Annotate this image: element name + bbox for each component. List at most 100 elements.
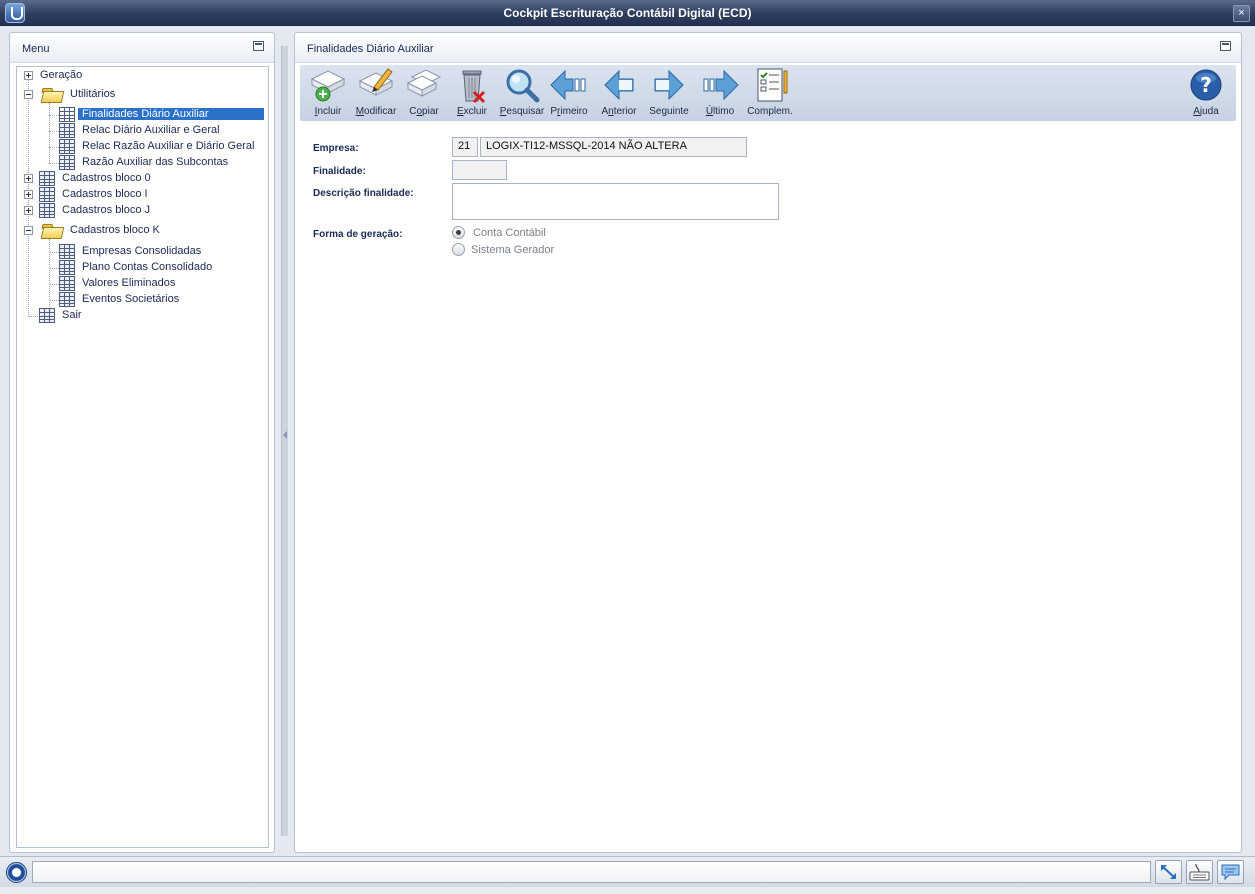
resize-arrows-icon (1161, 865, 1176, 879)
expand-icon[interactable] (24, 190, 33, 199)
grid-icon (59, 123, 75, 138)
grid-icon (59, 107, 75, 122)
grid-icon (59, 244, 75, 259)
tree-item-cadastros-bloco-0[interactable]: Cadastros bloco 0 (21, 171, 261, 187)
previous-record-icon (604, 69, 634, 101)
next-record-icon (654, 69, 684, 101)
tree-item-label: Utilitários (70, 88, 116, 100)
bottom-strip (0, 887, 1255, 894)
menu-panel: Menu Geração Utilitários Finalidades Diá… (9, 32, 275, 853)
folder-open-icon (41, 223, 63, 238)
tree-item-label: Cadastros bloco J (62, 204, 151, 216)
menu-panel-header: Menu (10, 33, 274, 63)
chat-bubble-icon (1221, 864, 1240, 881)
grid-icon (59, 292, 75, 307)
tree-item-empresas-consolidadas[interactable]: Empresas Consolidadas (21, 244, 261, 260)
tree-item-cadastros-bloco-k[interactable]: Cadastros bloco K (21, 223, 261, 239)
window-title: Cockpit Escrituração Contábil Digital (E… (503, 6, 752, 20)
messages-button[interactable] (1217, 860, 1244, 884)
tree-item-label: Plano Contas Consolidado (82, 261, 213, 273)
tree-item-geracao[interactable]: Geração (21, 68, 261, 84)
grid-icon (39, 187, 55, 202)
resize-button[interactable] (1155, 860, 1182, 884)
content-panel: Finalidades Diário Auxiliar Incluir Modi… (294, 32, 1242, 853)
folder-open-icon (41, 87, 63, 102)
menu-tree: Geração Utilitários Finalidades Diário A… (16, 66, 269, 848)
tree-item-label: Valores Eliminados (82, 277, 176, 289)
tree-item-relac-razao-auxiliar-diario-geral[interactable]: Relac Razão Auxiliar e Diário Geral (21, 139, 261, 155)
empresa-code-field[interactable]: 21 (452, 137, 478, 157)
grid-icon (59, 139, 75, 154)
tree-item-valores-eliminados[interactable]: Valores Eliminados (21, 276, 261, 292)
status-message-field (32, 861, 1151, 883)
tree-item-plano-contas-consolidado[interactable]: Plano Contas Consolidado (21, 260, 261, 276)
tree-item-cadastros-bloco-j[interactable]: Cadastros bloco J (21, 203, 261, 219)
descricao-finalidade-label: Descrição finalidade: (313, 188, 414, 199)
minimize-icon[interactable] (1220, 41, 1231, 51)
tree-item-label: Cadastros bloco K (70, 224, 160, 236)
content-panel-title: Finalidades Diário Auxiliar (307, 43, 434, 55)
checklist-icon (757, 68, 788, 102)
tree-item-label: Relac Razão Auxiliar e Diário Geral (82, 140, 255, 152)
panel-splitter[interactable] (281, 46, 289, 836)
tree-item-label: Cadastros bloco I (62, 188, 148, 200)
minimize-icon[interactable] (253, 41, 264, 51)
tree-item-finalidades-diario-auxiliar[interactable]: Finalidades Diário Auxiliar (21, 107, 269, 123)
tree-item-label: Geração (40, 69, 83, 81)
tree-item-razao-auxiliar-subcontas[interactable]: Razão Auxiliar das Subcontas (21, 155, 261, 171)
collapse-arrow-icon[interactable] (283, 431, 287, 439)
svg-text:?: ? (1200, 73, 1212, 97)
grid-icon (39, 171, 55, 186)
sistema-gerador-label: Sistema Gerador (471, 244, 555, 256)
grid-icon (39, 203, 55, 218)
tree-item-sair[interactable]: Sair (21, 308, 261, 324)
collapse-icon[interactable] (24, 90, 33, 99)
trash-icon (462, 70, 486, 104)
system-logo-icon[interactable] (6, 862, 27, 883)
keyboard-button[interactable] (1186, 860, 1213, 884)
close-button[interactable]: × (1233, 5, 1250, 22)
tree-item-cadastros-bloco-i[interactable]: Cadastros bloco I (21, 187, 261, 203)
finalidade-field[interactable] (452, 160, 507, 180)
tree-item-label: Razão Auxiliar das Subcontas (82, 156, 229, 168)
ajuda-button[interactable]: ? Ajuda (1180, 67, 1232, 119)
grid-icon (59, 260, 75, 275)
copy-pages-icon (406, 69, 442, 97)
grid-icon (59, 276, 75, 291)
tree-item-label: Finalidades Diário Auxiliar (78, 108, 264, 120)
tree-item-relac-diario-auxiliar-geral[interactable]: Relac Diário Auxiliar e Geral (21, 123, 261, 139)
forma-geracao-label: Forma de geração: (313, 229, 403, 240)
grid-icon (59, 155, 75, 170)
content-panel-header: Finalidades Diário Auxiliar (295, 33, 1241, 63)
finalidade-label: Finalidade: (313, 166, 366, 177)
empresa-name-field[interactable]: LOGIX-TI12-MSSQL-2014 NÃO ALTERA (480, 137, 747, 157)
expand-icon[interactable] (24, 71, 33, 80)
add-page-icon (310, 70, 346, 102)
workspace: Menu Geração Utilitários Finalidades Diá… (0, 26, 1255, 856)
tree-item-label: Relac Diário Auxiliar e Geral (82, 124, 220, 136)
toolbar: Incluir Modificar Copiar Excluir Pesquis… (300, 65, 1236, 121)
tree-item-label: Sair (62, 309, 82, 321)
expand-icon[interactable] (24, 174, 33, 183)
complem-button[interactable]: Complem. (744, 67, 796, 119)
help-icon: ? (1190, 69, 1222, 101)
empresa-label: Empresa: (313, 143, 359, 154)
conta-contabil-label: Conta Contábil (473, 227, 546, 239)
edit-pencil-icon (358, 68, 394, 96)
tree-item-eventos-societarios[interactable]: Eventos Societários (21, 292, 261, 308)
magnifier-icon (506, 69, 540, 103)
complem-label: Complem. (747, 106, 793, 117)
expand-icon[interactable] (24, 206, 33, 215)
tree-item-label: Eventos Societários (82, 293, 180, 305)
last-record-icon (703, 69, 739, 101)
tree-item-utilitarios[interactable]: Utilitários (21, 87, 261, 103)
first-record-icon (550, 69, 586, 101)
menu-panel-title: Menu (22, 43, 50, 55)
grid-icon (39, 308, 55, 323)
ajuda-label: Ajuda (1193, 106, 1219, 117)
collapse-icon[interactable] (24, 226, 33, 235)
descricao-finalidade-field[interactable] (452, 183, 779, 220)
conta-contabil-radio[interactable] (452, 226, 465, 239)
title-bar: Cockpit Escrituração Contábil Digital (E… (0, 0, 1255, 26)
sistema-gerador-radio[interactable] (452, 243, 465, 256)
